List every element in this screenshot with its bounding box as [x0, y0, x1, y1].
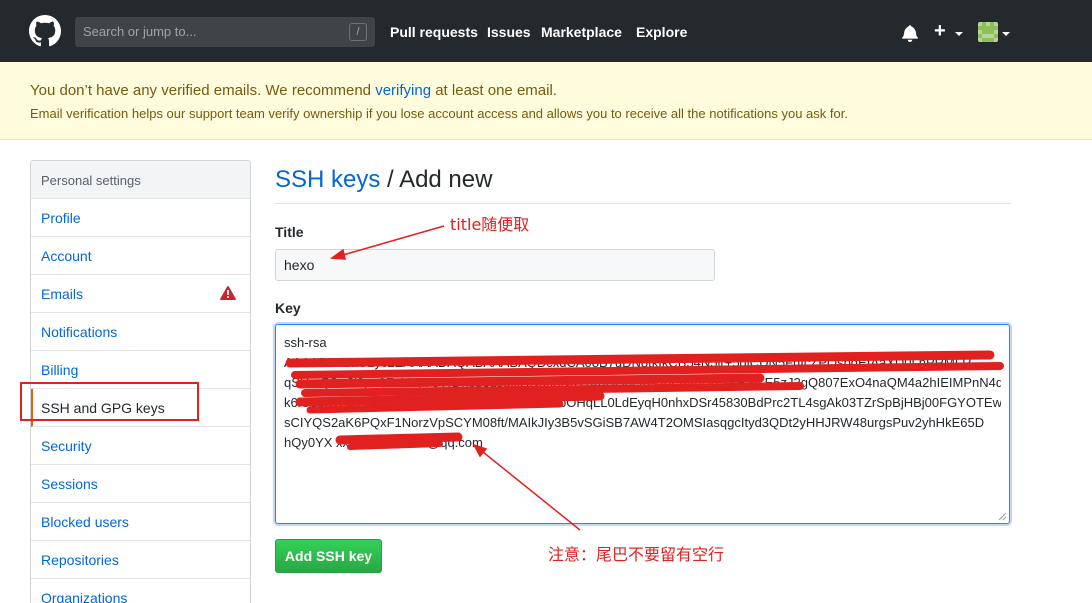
nav-pull-requests[interactable]: Pull requests — [390, 24, 478, 40]
flash-subtitle: Email verification helps our support tea… — [30, 106, 848, 121]
sidebar-item-label: Notifications — [41, 324, 118, 340]
sidebar-item-label: Repositories — [41, 552, 119, 568]
key-annotation: 注意：尾巴不要留有空行 — [548, 545, 725, 564]
sidebar-item-label: Profile — [41, 210, 81, 226]
bell-icon[interactable] — [902, 24, 918, 42]
flash-title-text-end: at least one email. — [431, 82, 557, 99]
sidebar-item-profile[interactable]: Profile — [31, 199, 250, 237]
flash-title: You don’t have any verified emails. We r… — [30, 82, 557, 99]
key-text-line: AAAAB3NzaC1yc2EAAAADAQABAAABAQDcxdCA08B7… — [284, 355, 972, 370]
breadcrumb-separator: / — [380, 166, 400, 193]
sidebar-item-label: Blocked users — [41, 514, 129, 530]
sidebar-heading: Personal settings — [31, 161, 250, 199]
search-input[interactable]: Search or jump to... / — [75, 17, 375, 47]
verifying-link[interactable]: verifying — [375, 82, 431, 99]
nav-marketplace[interactable]: Marketplace — [541, 24, 622, 40]
sidebar-item-notifications[interactable]: Notifications — [31, 313, 250, 351]
key-textarea[interactable]: ssh-rsa AAAAB3NzaC1yc2EAAAADAQABAAABAQDc… — [275, 324, 1010, 524]
sidebar-item-emails[interactable]: Emails — [31, 275, 250, 313]
divider — [275, 203, 1011, 204]
page-title: SSH keys / Add new — [275, 166, 492, 194]
identicon-icon — [978, 22, 998, 42]
key-label: Key — [275, 300, 301, 316]
sidebar-item-label: Organizations — [41, 590, 128, 603]
chevron-down-icon — [1002, 32, 1010, 36]
sidebar-item-repositories[interactable]: Repositories — [31, 541, 250, 579]
breadcrumb-ssh-keys[interactable]: SSH keys — [275, 166, 380, 193]
sidebar-item-security[interactable]: Security — [31, 427, 250, 465]
title-label: Title — [275, 224, 304, 240]
email-verification-banner: You don’t have any verified emails. We r… — [0, 62, 1092, 140]
sidebar-item-label: Security — [41, 438, 92, 454]
key-text-line: sCIYQS2aK6PQxF1NorzVpSCYM08ft/MAIkJIy3B5… — [284, 415, 985, 430]
chevron-down-icon — [955, 32, 963, 36]
sidebar-item-account[interactable]: Account — [31, 237, 250, 275]
flash-title-text: You don’t have any verified emails. We r… — [30, 82, 376, 99]
title-field[interactable]: hexo — [275, 249, 715, 281]
sidebar-item-sessions[interactable]: Sessions — [31, 465, 250, 503]
create-new-icon[interactable]: + — [934, 20, 946, 43]
key-text-line: k6lC6bXOYl1iSI6bHIK9ODnRVTYVRdzH5NOCbOHq… — [284, 395, 1001, 410]
github-logo-icon[interactable] — [29, 15, 61, 47]
sidebar-item-blocked-users[interactable]: Blocked users — [31, 503, 250, 541]
page-title-text: Add new — [399, 166, 493, 193]
top-header: Search or jump to... / Pull requests Iss… — [0, 0, 1092, 62]
avatar[interactable] — [978, 22, 998, 42]
search-placeholder: Search or jump to... — [83, 24, 197, 39]
sidebar-item-organizations[interactable]: Organizations — [31, 579, 250, 603]
sidebar-item-label: Billing — [41, 362, 79, 378]
key-text-line: qSHmQ0w2l8pe3F+VeyoQ7rDhsu6dJqlcHNd5nNhY… — [284, 375, 1001, 390]
key-text-line: hQy0YX xxxxxxxxxxxxxx@qq.com — [284, 435, 483, 450]
sidebar-item-label: Sessions — [41, 476, 98, 492]
title-annotation: title随便取 — [450, 215, 530, 234]
nav-issues[interactable]: Issues — [487, 24, 531, 40]
search-shortcut-key: / — [349, 23, 367, 41]
resize-handle-icon[interactable] — [997, 511, 1007, 521]
add-ssh-key-button[interactable]: Add SSH key — [275, 539, 382, 573]
highlight-box — [20, 382, 199, 421]
sidebar-item-label: Account — [41, 248, 92, 264]
key-text-line: ssh-rsa — [284, 335, 327, 350]
nav-explore[interactable]: Explore — [636, 24, 687, 40]
sidebar-item-label: Emails — [41, 286, 84, 302]
warning-icon — [220, 286, 236, 300]
